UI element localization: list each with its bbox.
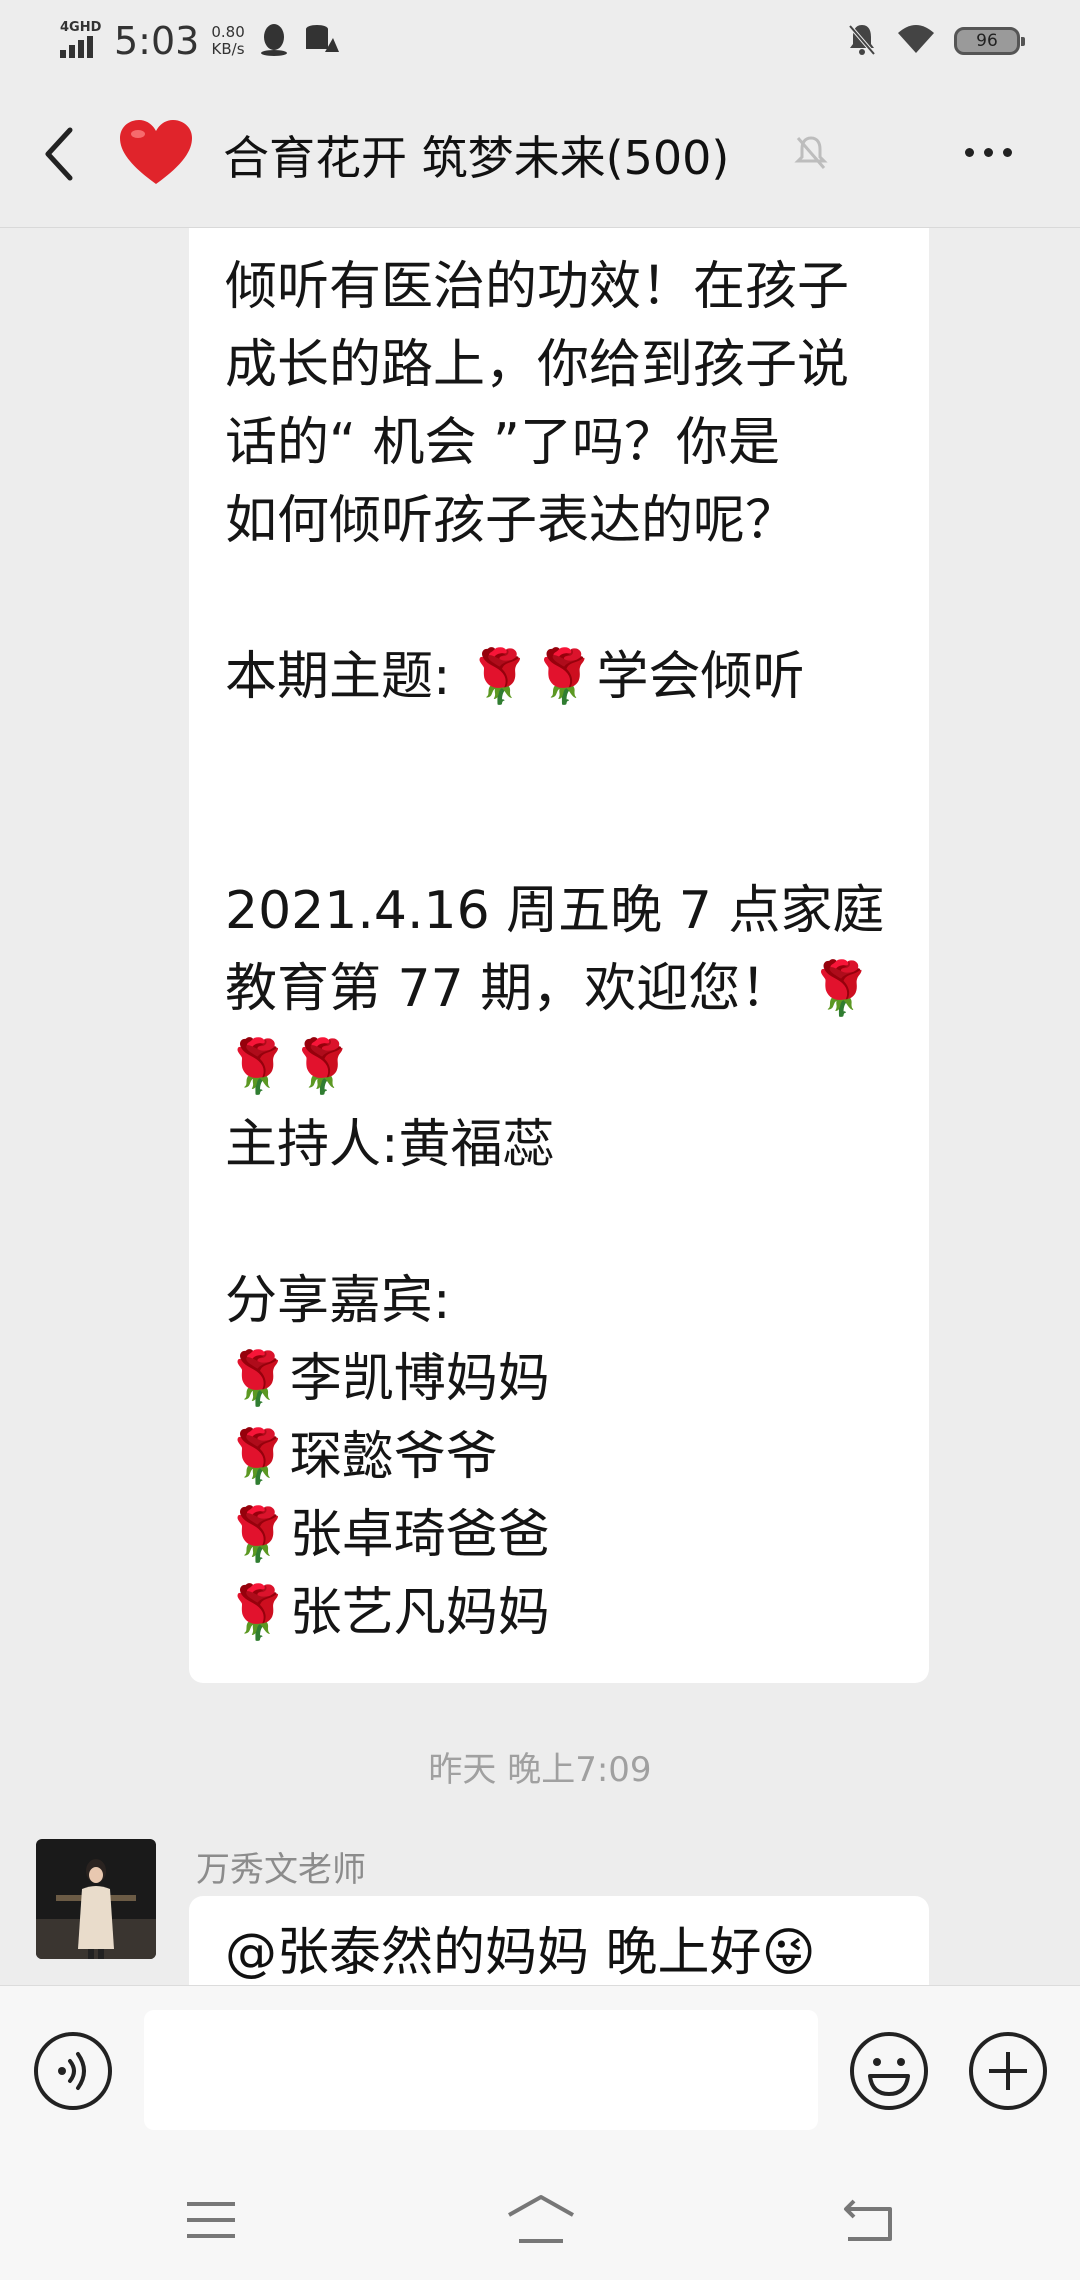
signal-icon: 4GHD — [58, 18, 104, 64]
home-icon[interactable] — [505, 2193, 577, 2249]
system-nav-bar — [0, 2155, 1080, 2280]
chat-title[interactable]: 合育花开 筑梦未来(500) — [223, 122, 729, 188]
qq-icon — [259, 22, 289, 60]
plus-icon[interactable] — [967, 2030, 1049, 2116]
avatar[interactable] — [36, 1839, 156, 1959]
storage-warning-icon — [303, 22, 339, 60]
speed-value: 0.80 — [211, 23, 245, 41]
chevron-left-icon[interactable] — [40, 124, 76, 188]
time-separator: 昨天 晚上7:09 — [428, 1750, 652, 1790]
status-left: 4GHD 5:03 0.80 KB/s — [58, 18, 339, 64]
speed-unit: KB/s — [211, 40, 245, 58]
clock: 5:03 — [114, 19, 200, 63]
status-bar: 4GHD 5:03 0.80 KB/s 96 — [0, 0, 1080, 82]
input-bar — [0, 1985, 1080, 2156]
message-text: 倾听有医治的功效！在孩子 成长的路上，你给到孩子说 话的“ 机会 ”了吗？你是 … — [225, 257, 885, 1643]
red-heart-icon — [118, 118, 194, 192]
emoji-icon[interactable] — [848, 2030, 930, 2116]
battery-icon: 96 — [954, 27, 1025, 55]
sender-name: 万秀文老师 — [196, 1850, 366, 1890]
more-dots-icon[interactable] — [965, 148, 1012, 157]
voice-icon[interactable] — [32, 2030, 114, 2116]
chat-header: 合育花开 筑梦未来(500) — [0, 82, 1080, 228]
bell-off-icon — [792, 134, 830, 174]
wifi-icon — [896, 23, 936, 59]
status-right: 96 — [846, 22, 1025, 60]
battery-level: 96 — [976, 31, 998, 51]
message-input[interactable] — [144, 2010, 818, 2130]
bell-muted-icon — [846, 22, 878, 60]
back-nav-icon[interactable] — [842, 2197, 896, 2247]
menu-icon[interactable] — [185, 2200, 237, 2244]
network-type: 4GHD — [60, 20, 102, 35]
message-bubble[interactable]: 倾听有医治的功效！在孩子 成长的路上，你给到孩子说 话的“ 机会 ”了吗？你是 … — [189, 228, 929, 1683]
message-text: @张泰然的妈妈 晚上好😜 — [225, 1923, 816, 1983]
network-speed: 0.80 KB/s — [211, 24, 244, 58]
